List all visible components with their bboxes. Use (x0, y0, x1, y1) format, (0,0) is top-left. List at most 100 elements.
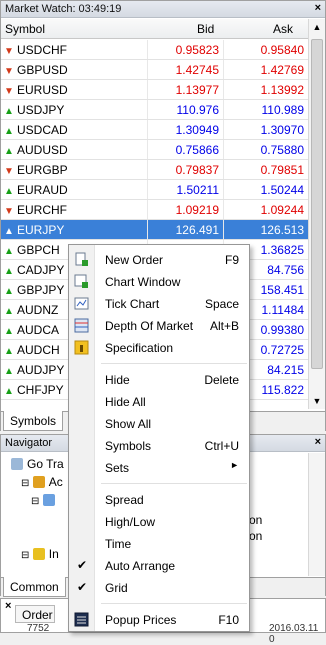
table-row[interactable]: ▼ EURCHF 1.09219 1.09244 (1, 200, 308, 220)
table-row[interactable]: ▼ EURUSD 1.13977 1.13992 (1, 80, 308, 100)
menu-item-chart-window[interactable]: Chart Window (69, 271, 249, 293)
menu-item-time[interactable]: Time (69, 533, 249, 555)
symbol-cell: ▲ CADJPY (4, 263, 64, 277)
arrow-down-icon: ▼ (4, 66, 14, 77)
bid-cell: 126.491 (147, 220, 223, 239)
column-header-bid[interactable]: Bid (197, 22, 214, 36)
table-row[interactable]: ▼ EURGBP 0.79837 0.79851 (1, 160, 308, 180)
ask-cell: 0.95840 (223, 40, 308, 59)
menu-item-popup-prices[interactable]: Popup Prices F10 (69, 609, 249, 631)
arrow-down-icon: ▼ (4, 206, 14, 217)
tab-common[interactable]: Common (3, 577, 66, 597)
collapse-icon[interactable]: ⊟ (31, 496, 39, 507)
terminal-close-icon[interactable]: × (5, 600, 11, 612)
table-row[interactable]: ▲ EURAUD 1.50211 1.50244 (1, 180, 308, 200)
menu-item-grid[interactable]: ✔ Grid (69, 577, 249, 599)
tree-item-accounts[interactable]: ⊟ Ac (21, 475, 63, 489)
scroll-down-icon[interactable]: ▼ (309, 393, 325, 409)
table-row[interactable]: ▲ USDCAD 1.30949 1.30970 (1, 120, 308, 140)
bid-cell: 1.30949 (147, 120, 223, 139)
symbol-label: USDCHF (17, 43, 67, 57)
symbol-label: AUDUSD (17, 143, 68, 157)
market-watch-header: Symbol Bid Ask (1, 19, 308, 39)
menu-item-tick-chart[interactable]: Tick Chart Space (69, 293, 249, 315)
table-row[interactable]: ▼ GBPUSD 1.42745 1.42769 (1, 60, 308, 80)
arrow-up-icon: ▲ (4, 366, 14, 377)
collapse-icon[interactable]: ⊟ (21, 478, 29, 489)
table-row[interactable]: ▲ AUDUSD 0.75866 0.75880 (1, 140, 308, 160)
symbol-label: GBPUSD (17, 63, 68, 77)
symbol-label: AUDCH (17, 343, 60, 357)
navigator-close-icon[interactable]: × (315, 436, 321, 448)
menu-item-specification[interactable]: Specification (69, 337, 249, 359)
collapse-icon[interactable]: ⊟ (21, 550, 29, 561)
table-row[interactable]: ▲ USDJPY 110.976 110.989 (1, 100, 308, 120)
symbol-cell: ▼ EURGBP (4, 163, 68, 177)
menu-item-hide[interactable]: Hide Delete (69, 369, 249, 391)
specification-icon (74, 340, 89, 355)
symbol-label: USDCAD (17, 123, 68, 137)
market-watch-scrollbar[interactable]: ▲ ▼ (308, 19, 325, 409)
symbol-label: AUDCA (17, 323, 60, 337)
ask-cell: 1.13992 (223, 80, 308, 99)
arrow-up-icon: ▲ (4, 346, 14, 357)
tree-item-account[interactable]: ⊟ (31, 493, 59, 507)
order-ticket: 7752 (27, 623, 50, 634)
symbol-label: GBPJPY (17, 283, 65, 297)
column-header-symbol[interactable]: Symbol (5, 22, 45, 36)
symbol-cell: ▲ CHFJPY (4, 383, 64, 397)
symbol-cell: ▲ AUDCA (4, 323, 59, 337)
tree-item-indicators-label: In (48, 547, 59, 561)
symbol-cell: ▲ USDCAD (4, 123, 68, 137)
menu-item-hide-all[interactable]: Hide All (69, 391, 249, 413)
bid-cell: 0.79837 (147, 160, 223, 179)
ask-cell: 1.09244 (223, 200, 308, 219)
tab-symbols[interactable]: Symbols (3, 411, 64, 431)
bid-cell: 1.42745 (147, 60, 223, 79)
symbol-cell: ▲ AUDJPY (4, 363, 64, 377)
symbol-label: EURGBP (17, 163, 68, 177)
arrow-up-icon: ▲ (4, 226, 14, 237)
tree-fragment: on (249, 529, 263, 543)
table-row[interactable]: ▲ EURJPY 126.491 126.513 (1, 220, 308, 240)
menu-item-new-order[interactable]: New Order F9 (69, 249, 249, 271)
account-icon (42, 494, 55, 506)
menu-item-high-low[interactable]: High/Low (69, 511, 249, 533)
symbol-cell: ▲ AUDCH (4, 343, 60, 357)
market-watch-close-icon[interactable]: × (315, 2, 321, 14)
ask-cell: 126.513 (223, 220, 308, 239)
symbol-cell: ▲ GBPCH (4, 243, 60, 257)
ask-cell: 1.30970 (223, 120, 308, 139)
symbol-label: EURAUD (17, 183, 68, 197)
symbol-cell: ▲ EURJPY (4, 223, 64, 237)
tick-chart-icon (74, 297, 89, 310)
popup-prices-icon (74, 612, 89, 627)
menu-item-spread[interactable]: Spread (69, 489, 249, 511)
scroll-up-icon[interactable]: ▲ (309, 19, 325, 35)
arrow-up-icon: ▲ (4, 146, 14, 157)
menu-item-depth-of-market[interactable]: Depth Of Market Alt+B (69, 315, 249, 337)
depth-of-market-icon (74, 318, 89, 333)
menu-item-show-all[interactable]: Show All (69, 413, 249, 435)
submenu-arrow-icon: ► (230, 460, 239, 470)
scroll-thumb[interactable] (311, 39, 323, 369)
ask-cell: 0.79851 (223, 160, 308, 179)
navigator-scrollbar[interactable] (308, 453, 325, 576)
arrow-up-icon: ▲ (4, 306, 14, 317)
symbol-label: EURUSD (17, 83, 68, 97)
column-header-order[interactable]: Order (15, 605, 55, 623)
menu-item-sets[interactable]: Sets ► (69, 457, 249, 479)
tree-fragment: on (249, 513, 263, 527)
symbol-cell: ▼ GBPUSD (4, 63, 68, 77)
menu-item-auto-arrange[interactable]: ✔ Auto Arrange (69, 555, 249, 577)
bid-cell: 0.75866 (147, 140, 223, 159)
menu-item-symbols[interactable]: Symbols Ctrl+U (69, 435, 249, 457)
order-time: 2016.03.11 0 (269, 623, 319, 645)
tree-item-go[interactable]: Go Tra (11, 457, 64, 471)
table-row[interactable]: ▼ USDCHF 0.95823 0.95840 (1, 40, 308, 60)
tree-item-indicators[interactable]: ⊟ In (21, 547, 59, 561)
menu-separator (101, 363, 247, 364)
symbol-label: CADJPY (17, 263, 65, 277)
checkmark-icon: ✔ (77, 558, 88, 572)
column-header-ask[interactable]: Ask (273, 22, 293, 36)
